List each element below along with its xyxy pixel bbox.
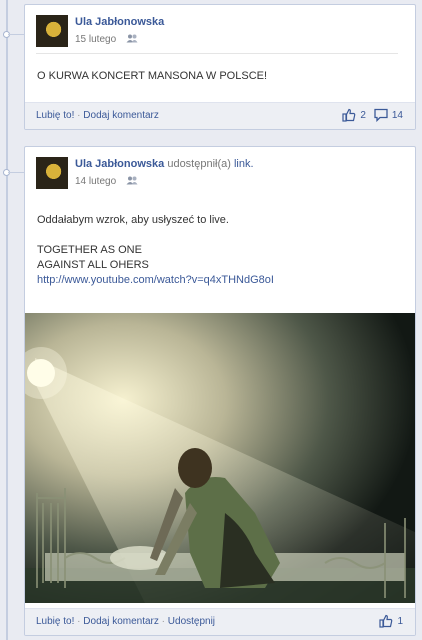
timeline-spine	[6, 0, 8, 640]
concert-photo	[25, 313, 415, 603]
comments-count[interactable]: 14	[392, 110, 403, 121]
author-line: Ula Jabłonowska udostępnił(a) link.	[75, 158, 254, 170]
share-action-text: udostępnił(a)	[167, 158, 231, 170]
separator: ·	[77, 110, 81, 121]
post-footer: Lubię to! · Dodaj komentarz · Udostępnij…	[25, 608, 415, 635]
friends-icon[interactable]	[126, 176, 138, 185]
post-date[interactable]: 15 lutego	[75, 34, 116, 45]
comment-link[interactable]: Dodaj komentarz	[83, 110, 159, 121]
timeline-post: Ula Jabłonowska 15 lutego O KURWA KONCER…	[24, 4, 416, 130]
post-stats: 2 14	[342, 108, 403, 122]
post-stats: 1	[379, 614, 403, 628]
avatar[interactable]	[36, 157, 68, 189]
author-name[interactable]: Ula Jabłonowska	[75, 158, 164, 170]
post-text-line: Oddałabym wzrok, aby usłyszeć to live.	[37, 214, 229, 226]
author-line: Ula Jabłonowska	[75, 16, 164, 28]
post-header: Ula Jabłonowska 15 lutego	[25, 5, 415, 49]
post-header: Ula Jabłonowska udostępnił(a) link. 14 l…	[25, 147, 415, 191]
avatar[interactable]	[36, 15, 68, 47]
timeline-post: Ula Jabłonowska udostępnił(a) link. 14 l…	[24, 146, 416, 636]
youtube-url-link[interactable]: http://www.youtube.com/watch?v=q4xTHNdG8…	[37, 274, 274, 286]
post-text-line	[37, 228, 403, 243]
shared-link-word[interactable]: link.	[234, 158, 254, 170]
thumbs-up-icon[interactable]	[379, 614, 393, 628]
like-link[interactable]: Lubię to!	[36, 616, 74, 627]
like-link[interactable]: Lubię to!	[36, 110, 74, 121]
timeline-connector	[8, 172, 24, 173]
separator: ·	[161, 616, 165, 627]
separator: ·	[77, 616, 81, 627]
post-text-line: O KURWA KONCERT MANSONA W POLSCE!	[37, 70, 268, 82]
thumbs-up-icon[interactable]	[342, 108, 356, 122]
post-text-line: TOGETHER AS ONE	[37, 244, 142, 256]
post-text: Oddałabym wzrok, aby usłyszeć to live. T…	[25, 191, 415, 313]
author-name[interactable]: Ula Jabłonowska	[75, 16, 164, 28]
post-actions: Lubię to! · Dodaj komentarz · Udostępnij	[36, 616, 215, 627]
comment-link[interactable]: Dodaj komentarz	[83, 616, 159, 627]
post-meta: 15 lutego	[75, 34, 138, 45]
post-meta: 14 lutego	[75, 176, 138, 187]
post-date[interactable]: 14 lutego	[75, 176, 116, 187]
share-link[interactable]: Udostępnij	[168, 616, 215, 627]
comment-bubble-icon[interactable]	[374, 108, 388, 122]
post-footer: Lubię to! · Dodaj komentarz 2 14	[25, 102, 415, 129]
likes-count[interactable]: 2	[360, 110, 366, 121]
post-text: O KURWA KONCERT MANSONA W POLSCE!	[25, 54, 415, 94]
likes-count[interactable]: 1	[397, 616, 403, 627]
timeline-connector	[8, 34, 24, 35]
post-text-line: AGAINST ALL OHERS	[37, 259, 149, 271]
post-actions: Lubię to! · Dodaj komentarz	[36, 110, 159, 121]
friends-icon[interactable]	[126, 34, 138, 43]
video-thumbnail[interactable]	[25, 313, 415, 603]
